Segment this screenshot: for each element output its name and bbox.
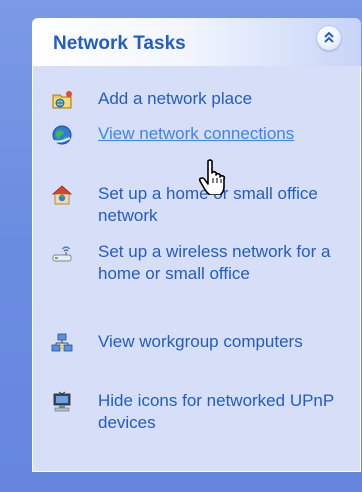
task-label: Set up a wireless network for a home or …: [98, 242, 331, 283]
workgroup-icon: [51, 333, 73, 352]
panel-header[interactable]: Network Tasks: [32, 18, 361, 66]
network-place-icon: [52, 91, 72, 109]
task-label: Add a network place: [98, 89, 253, 108]
collapse-button[interactable]: [316, 25, 342, 51]
task-label: Hide icons for networked UPnP devices: [98, 391, 334, 432]
hand-pointer-icon: [199, 159, 226, 195]
task-label: View network connections: [98, 124, 295, 143]
network-connections-icon: [52, 125, 72, 145]
chevron-double-up-icon: [324, 31, 334, 43]
task-label: View workgroup computers: [98, 332, 303, 351]
network-tasks-panel: Network Tasks Add a network place View n…: [32, 18, 361, 473]
home-network-icon: [51, 185, 73, 205]
panel-body: Add a network place View network connect…: [32, 66, 361, 472]
upnp-device-icon: [53, 391, 71, 412]
wireless-network-icon: [52, 246, 72, 262]
panel-title: Network Tasks: [53, 33, 186, 54]
